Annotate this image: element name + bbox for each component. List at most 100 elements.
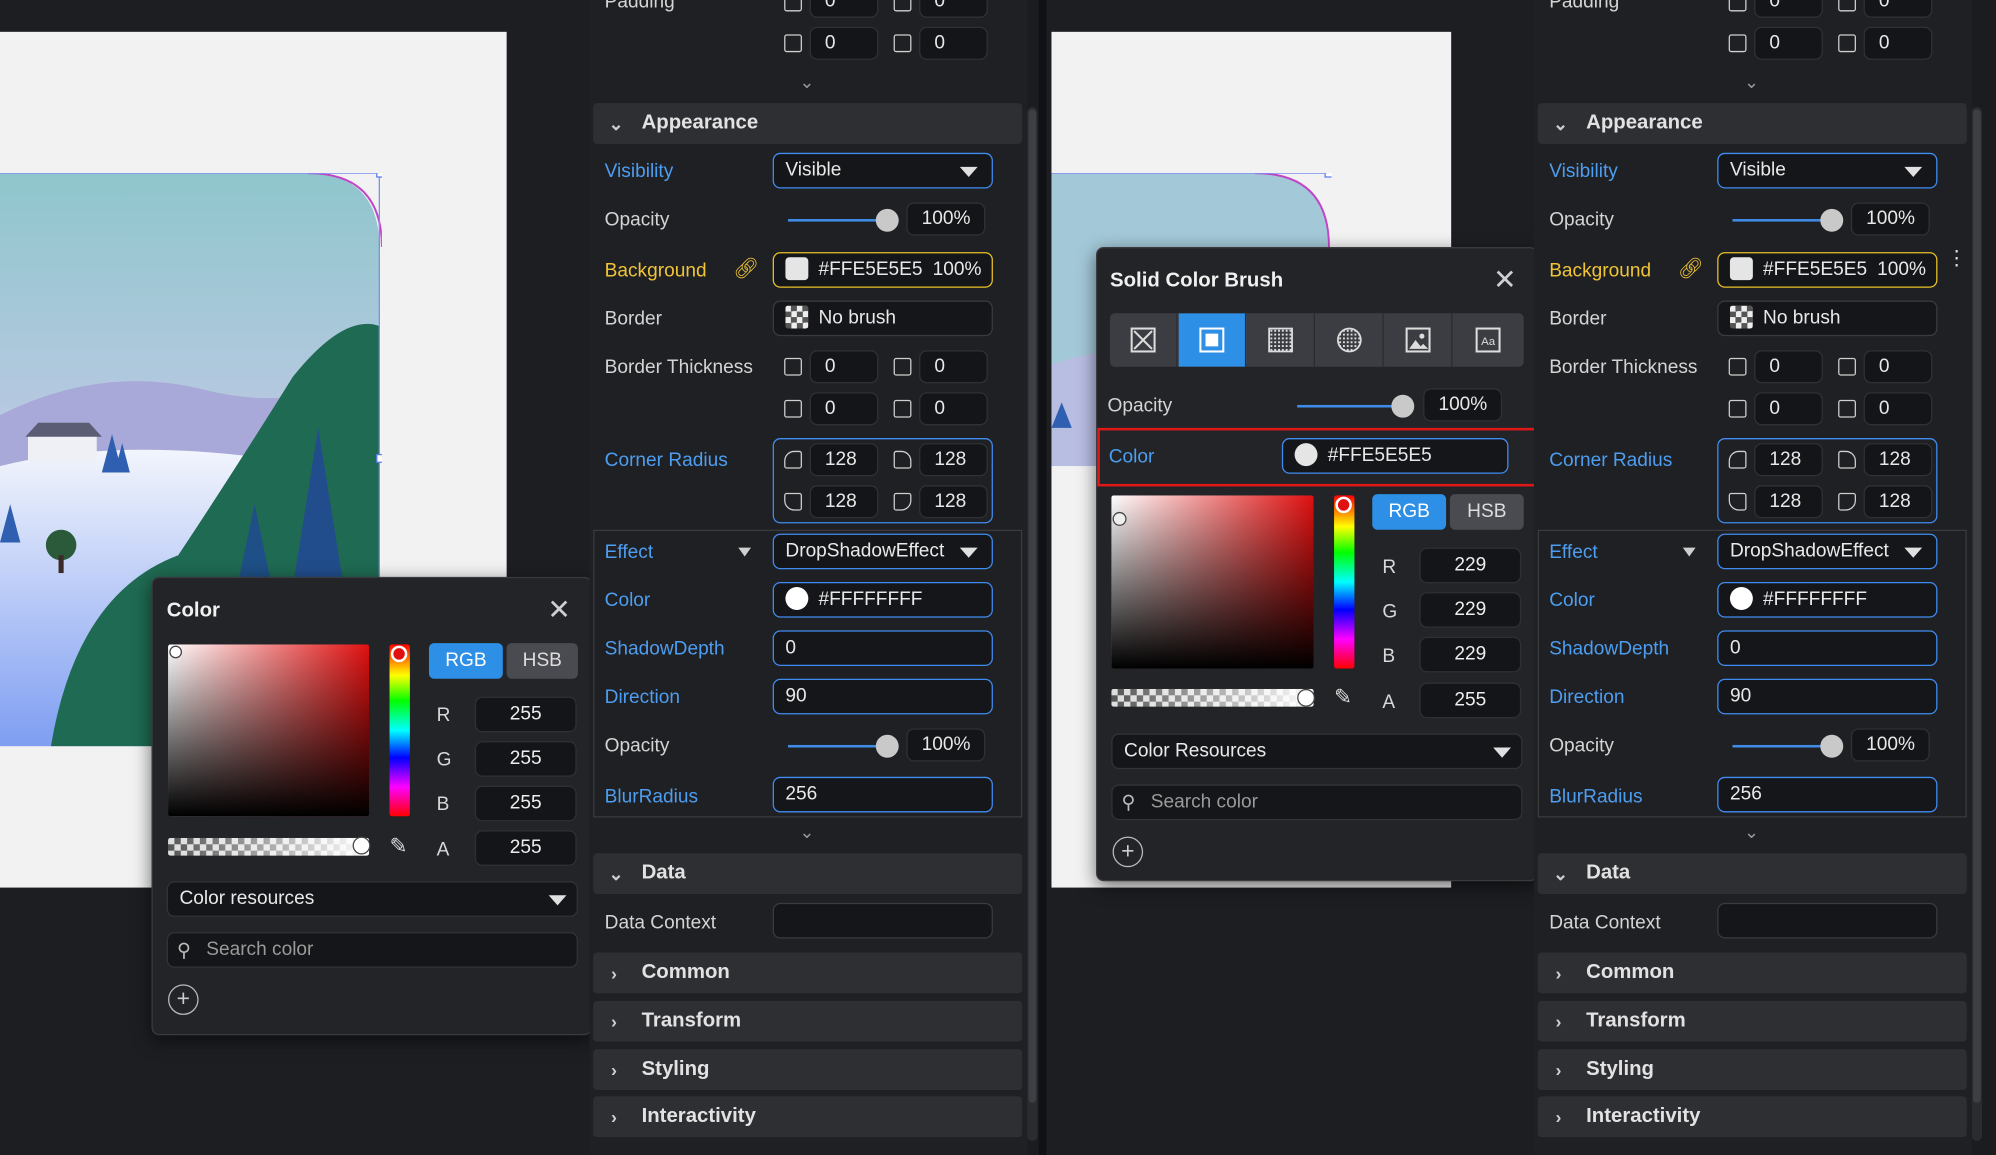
close-icon[interactable]: ✕	[547, 595, 570, 623]
corner-bottom-left-input[interactable]: 128	[809, 485, 879, 519]
eyedropper-icon[interactable]: ✎	[390, 834, 408, 859]
scrollbar-thumb[interactable]	[1028, 109, 1037, 1103]
expand-more-icon[interactable]: ⌄	[799, 821, 814, 843]
channel-a-input[interactable]: 255	[474, 830, 577, 866]
section-transform[interactable]: › Transform	[593, 1000, 1023, 1042]
corner-bottom-left-input[interactable]: 128	[1754, 485, 1823, 519]
link-icon[interactable]: 🔗︎	[1678, 256, 1704, 281]
border-right-input[interactable]: 0	[919, 350, 988, 384]
rgb-toggle[interactable]: RGB	[1372, 494, 1447, 530]
data-context-input[interactable]	[1717, 902, 1938, 939]
sv-handle[interactable]	[1112, 511, 1127, 526]
effect-opacity-knob[interactable]	[1820, 734, 1844, 758]
border-brush-field[interactable]: No brush	[1717, 300, 1938, 337]
padding-right-input[interactable]: 0	[1863, 0, 1933, 18]
direction-input[interactable]: 90	[1717, 678, 1938, 715]
brush-opacity-knob[interactable]	[1391, 394, 1415, 418]
shadow-color-field[interactable]: #FFFFFFFF	[1717, 581, 1938, 618]
text-brush-button[interactable]: Aa	[1453, 313, 1522, 367]
opacity-input[interactable]: 100%	[906, 202, 986, 236]
padding-bottom-input[interactable]: 0	[919, 26, 988, 60]
corner-top-right-input[interactable]: 128	[919, 443, 988, 477]
hue-slider[interactable]	[1334, 495, 1355, 669]
shadow-depth-input[interactable]: 0	[772, 630, 993, 667]
background-brush-field[interactable]: #FFE5E5E5 100%	[772, 252, 993, 288]
opacity-slider[interactable]	[1732, 219, 1832, 222]
search-color-input[interactable]: Search color	[1111, 784, 1523, 821]
border-bottom-input[interactable]: 0	[1863, 392, 1933, 426]
brush-opacity-slider[interactable]	[1297, 404, 1397, 408]
hue-handle[interactable]	[1335, 496, 1352, 514]
padding-left-input[interactable]: 0	[1754, 0, 1823, 18]
channel-r-input[interactable]: 229	[1419, 547, 1522, 584]
close-icon[interactable]: ✕	[1493, 266, 1516, 294]
more-options-icon[interactable]: ⋮	[1946, 249, 1966, 269]
border-left-input[interactable]: 0	[809, 350, 879, 384]
padding-left-input[interactable]: 0	[809, 0, 879, 18]
border-top-input[interactable]: 0	[809, 392, 879, 426]
saturation-value-area[interactable]	[168, 644, 370, 817]
shadow-color-field[interactable]: #FFFFFFFF	[772, 581, 993, 618]
opacity-slider[interactable]	[787, 219, 888, 222]
section-common[interactable]: › Common	[593, 952, 1023, 994]
brush-color-field[interactable]: #FFE5E5E5	[1281, 438, 1509, 474]
alpha-handle[interactable]	[352, 836, 371, 855]
section-styling[interactable]: › Styling	[1537, 1049, 1967, 1091]
link-icon[interactable]: 🔗︎	[733, 256, 759, 281]
radial-gradient-button[interactable]	[1316, 313, 1384, 367]
opacity-input[interactable]: 100%	[1850, 202, 1930, 236]
corner-top-left-input[interactable]: 128	[1754, 443, 1823, 477]
channel-b-input[interactable]: 255	[474, 785, 577, 822]
hsb-toggle[interactable]: HSB	[506, 643, 578, 679]
image-brush-button[interactable]	[1384, 313, 1453, 367]
padding-bottom-input[interactable]: 0	[1863, 26, 1933, 60]
eyedropper-icon[interactable]: ✎	[1334, 685, 1352, 710]
border-right-input[interactable]: 0	[1863, 350, 1933, 384]
effect-opacity-input[interactable]: 100%	[906, 728, 986, 762]
saturation-value-area[interactable]	[1111, 495, 1314, 669]
section-appearance[interactable]: ⌄ Appearance	[593, 103, 1023, 144]
effect-type-dropdown-icon[interactable]	[1682, 547, 1696, 557]
section-data[interactable]: ⌄ Data	[1537, 853, 1967, 894]
blur-radius-input[interactable]: 256	[772, 776, 993, 813]
section-data[interactable]: ⌄ Data	[593, 853, 1023, 894]
background-brush-field[interactable]: #FFE5E5E5 100%	[1717, 252, 1938, 288]
expand-more-icon[interactable]: ⌄	[1744, 821, 1759, 843]
section-transform[interactable]: › Transform	[1537, 1000, 1967, 1042]
padding-top-input[interactable]: 0	[809, 26, 879, 60]
effect-opacity-slider[interactable]	[1732, 744, 1832, 748]
padding-top-input[interactable]: 0	[1754, 26, 1823, 60]
shadow-depth-input[interactable]: 0	[1717, 630, 1938, 667]
channel-b-input[interactable]: 229	[1419, 636, 1522, 673]
search-color-input[interactable]: Search color	[166, 932, 578, 968]
opacity-slider-knob[interactable]	[1820, 208, 1844, 232]
add-color-resource-button[interactable]: +	[1112, 836, 1144, 868]
effect-opacity-input[interactable]: 100%	[1850, 728, 1930, 762]
channel-r-input[interactable]: 255	[474, 696, 577, 733]
hue-slider[interactable]	[389, 644, 410, 817]
sv-handle[interactable]	[169, 645, 183, 659]
channel-a-input[interactable]: 255	[1419, 682, 1522, 719]
no-brush-button[interactable]	[1110, 313, 1178, 367]
expand-more-icon[interactable]: ⌄	[799, 71, 817, 91]
corner-top-right-input[interactable]: 128	[1863, 443, 1933, 477]
scrollbar-thumb[interactable]	[1973, 109, 1981, 1103]
effect-type-dropdown-icon[interactable]	[738, 547, 752, 557]
blur-radius-input[interactable]: 256	[1717, 776, 1938, 813]
section-common[interactable]: › Common	[1537, 952, 1967, 994]
corner-top-left-input[interactable]: 128	[809, 443, 879, 477]
section-styling[interactable]: › Styling	[593, 1049, 1023, 1091]
effect-opacity-knob[interactable]	[875, 734, 899, 758]
channel-g-input[interactable]: 255	[474, 741, 577, 777]
alpha-slider[interactable]	[1111, 688, 1314, 707]
hue-handle[interactable]	[390, 645, 408, 663]
alpha-slider[interactable]	[168, 837, 370, 856]
scrollbar[interactable]	[1027, 106, 1038, 1141]
border-bottom-input[interactable]: 0	[919, 392, 988, 426]
expand-more-icon[interactable]: ⌄	[1744, 71, 1759, 93]
effect-opacity-slider[interactable]	[787, 744, 888, 748]
border-left-input[interactable]: 0	[1754, 350, 1823, 384]
section-interactivity[interactable]: › Interactivity	[593, 1096, 1023, 1138]
color-resources-dropdown[interactable]: Color resources	[166, 881, 578, 917]
hsb-toggle[interactable]: HSB	[1449, 494, 1524, 530]
